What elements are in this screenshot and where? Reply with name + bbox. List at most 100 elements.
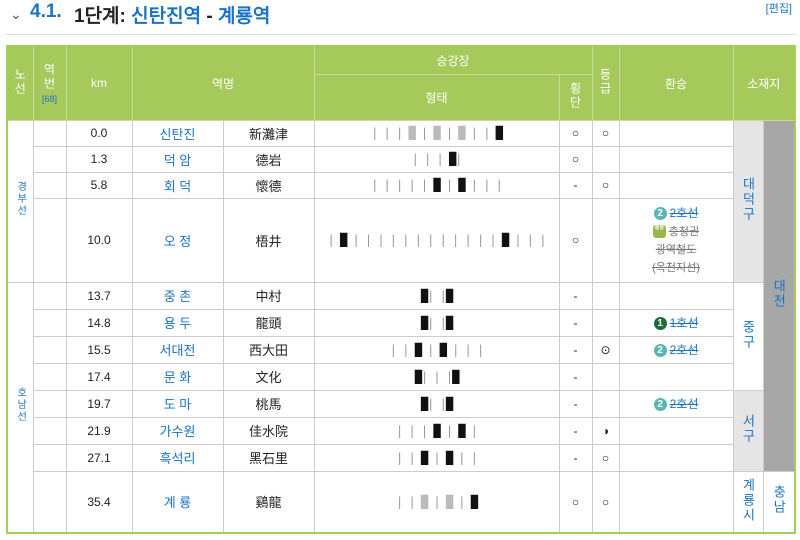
station-hanja: 中村 <box>222 281 315 310</box>
transfer-line2[interactable]: 2 2호선 <box>620 395 732 413</box>
station-number-cell <box>32 362 67 391</box>
station-hanja: 桃馬 <box>222 389 315 418</box>
location-daejeon[interactable]: 대전 <box>762 119 796 472</box>
station-link[interactable]: 흑석리 <box>131 443 224 472</box>
location-chungnam[interactable]: 충남 <box>762 470 796 534</box>
header-km: km <box>65 45 133 121</box>
crossing-cell: - <box>558 416 593 445</box>
station-hanja: 文化 <box>222 362 315 391</box>
location-gyeryong[interactable]: 계룡시 <box>732 470 764 534</box>
crossing-cell: - <box>558 308 593 337</box>
header-shape: 형태 <box>313 73 560 121</box>
section-number[interactable]: 4.1. <box>30 1 62 23</box>
line2-badge-icon: 2 <box>653 397 667 411</box>
title-from-link[interactable]: 신탄진역 <box>131 6 201 27</box>
crossing-cell: - <box>558 443 593 472</box>
station-link[interactable]: 회 덕 <box>131 171 224 199</box>
station-number-cell <box>32 335 67 364</box>
station-link[interactable]: 용 두 <box>131 308 224 337</box>
collapse-chevron-icon[interactable]: ⌄ <box>10 7 22 23</box>
line1-badge-icon: 1 <box>653 316 667 330</box>
crossing-cell: - <box>558 389 593 418</box>
table-row: 경부선 0.0 신탄진 新灘津 | | | █ | █ | █ | | █ ○ … <box>6 119 796 472</box>
chungcheong-badge-icon: 충청 <box>652 224 666 238</box>
km-cell: 13.7 <box>65 281 133 310</box>
header-transfer: 환승 <box>618 45 734 121</box>
header-crossing: 횡단 <box>558 73 593 121</box>
location-seo[interactable]: 서구 <box>732 389 764 472</box>
title-to-link[interactable]: 계룡역 <box>218 6 270 27</box>
grade-cell: ○ <box>591 470 620 534</box>
station-number-cell <box>32 443 67 472</box>
grade-cell: ○ <box>591 119 620 147</box>
table-row: 27.1 흑석리 黑石里 | | █ | █ | | - ○ <box>7 443 795 472</box>
station-link[interactable]: 덕 암 <box>131 145 224 173</box>
station-number-cell <box>32 389 67 418</box>
station-number-cell <box>32 308 67 337</box>
platform-diagram: | | █ | █ | | | <box>313 335 560 364</box>
transfer-cell: 2 2호선 <box>618 335 734 364</box>
km-cell: 0.0 <box>65 119 133 147</box>
station-link[interactable]: 중 촌 <box>131 281 224 310</box>
header-location: 소재지 <box>732 45 796 121</box>
header-station-name: 역명 <box>131 45 315 121</box>
grade-cell <box>591 362 620 391</box>
transfer-cell: 2 2호선 충청 충청권 광역철도 (옥천지선) <box>618 197 734 283</box>
line-honam[interactable]: 호남선 <box>6 281 34 534</box>
station-hanja: 鷄龍 <box>222 470 315 534</box>
station-hanja: 龍頭 <box>222 308 315 337</box>
table-row: 17.4 문 화 文化 █| | |█ - <box>7 362 795 391</box>
transfer-chungcheong[interactable]: 충청 충청권 <box>620 222 732 241</box>
table-row: 호남선 13.7 중 촌 中村 █| |█ - 중구 <box>6 281 795 534</box>
station-link[interactable]: 서대전 <box>131 335 224 364</box>
grade-cell <box>591 389 620 418</box>
footnote-link[interactable]: [68] <box>34 94 65 104</box>
transfer-note: 광역철도 <box>655 243 697 256</box>
station-link[interactable]: 신탄진 <box>131 119 224 147</box>
station-number-cell <box>32 197 67 283</box>
grade-cell: ○ <box>591 171 620 199</box>
transfer-cell <box>618 171 734 199</box>
station-link[interactable]: 오 정 <box>131 197 224 283</box>
station-link[interactable]: 계 룡 <box>131 470 224 534</box>
crossing-cell: ○ <box>558 197 593 283</box>
station-number-cell <box>32 119 67 147</box>
line-gyeongbu[interactable]: 경부선 <box>6 119 34 283</box>
station-table: 노선 역번 [68] km 역명 승강장 등급 환승 소재지 형태 횡단 경부선 … <box>6 45 796 534</box>
transfer-line2[interactable]: 2 2호선 <box>620 204 732 222</box>
table-row: 14.8 용 두 龍頭 █| |█ - 1 1호선 <box>7 308 795 337</box>
station-number-cell <box>32 171 67 199</box>
crossing-cell: - <box>558 362 593 391</box>
station-number-cell <box>32 145 67 173</box>
crossing-cell: - <box>558 281 593 310</box>
edit-link[interactable]: [편집] <box>766 0 792 16</box>
location-daedeok[interactable]: 대덕구 <box>732 119 764 283</box>
transfer-line2[interactable]: 2 2호선 <box>620 341 732 359</box>
station-link[interactable]: 문 화 <box>131 362 224 391</box>
platform-diagram: █| | |█ <box>313 362 560 391</box>
platform-diagram: | | | █ | █ | █ | | █ <box>313 119 560 147</box>
grade-cell <box>591 145 620 173</box>
line2-badge-icon: 2 <box>653 206 667 220</box>
km-cell: 15.5 <box>65 335 133 364</box>
km-cell: 27.1 <box>65 443 133 472</box>
crossing-cell: ○ <box>558 145 593 173</box>
grade-cell <box>591 308 620 337</box>
station-hanja: 黑石里 <box>222 443 315 472</box>
station-link[interactable]: 가수원 <box>131 416 224 445</box>
km-cell: 14.8 <box>65 308 133 337</box>
transfer-cell <box>618 416 734 445</box>
header-line: 노선 <box>6 45 34 121</box>
table-row: 15.5 서대전 西大田 | | █ | █ | | | - ⊙ 2 2호선 <box>7 335 795 364</box>
transfer-cell <box>618 443 734 472</box>
location-jung[interactable]: 중구 <box>732 281 764 391</box>
table-row: 10.0 오 정 梧井 | █ | | | | | | | | | | | | … <box>7 197 795 283</box>
transfer-cell: 2 2호선 <box>618 389 734 418</box>
km-cell: 35.4 <box>65 470 133 534</box>
transfer-line1[interactable]: 1 1호선 <box>620 314 732 332</box>
grade-cell: ○ <box>591 443 620 472</box>
header-station-number: 역번 [68] <box>32 45 67 121</box>
title-dash: - <box>206 6 213 27</box>
station-link[interactable]: 도 마 <box>131 389 224 418</box>
platform-diagram: | █ | | | | | | | | | | | | █ | | | <box>313 197 560 283</box>
